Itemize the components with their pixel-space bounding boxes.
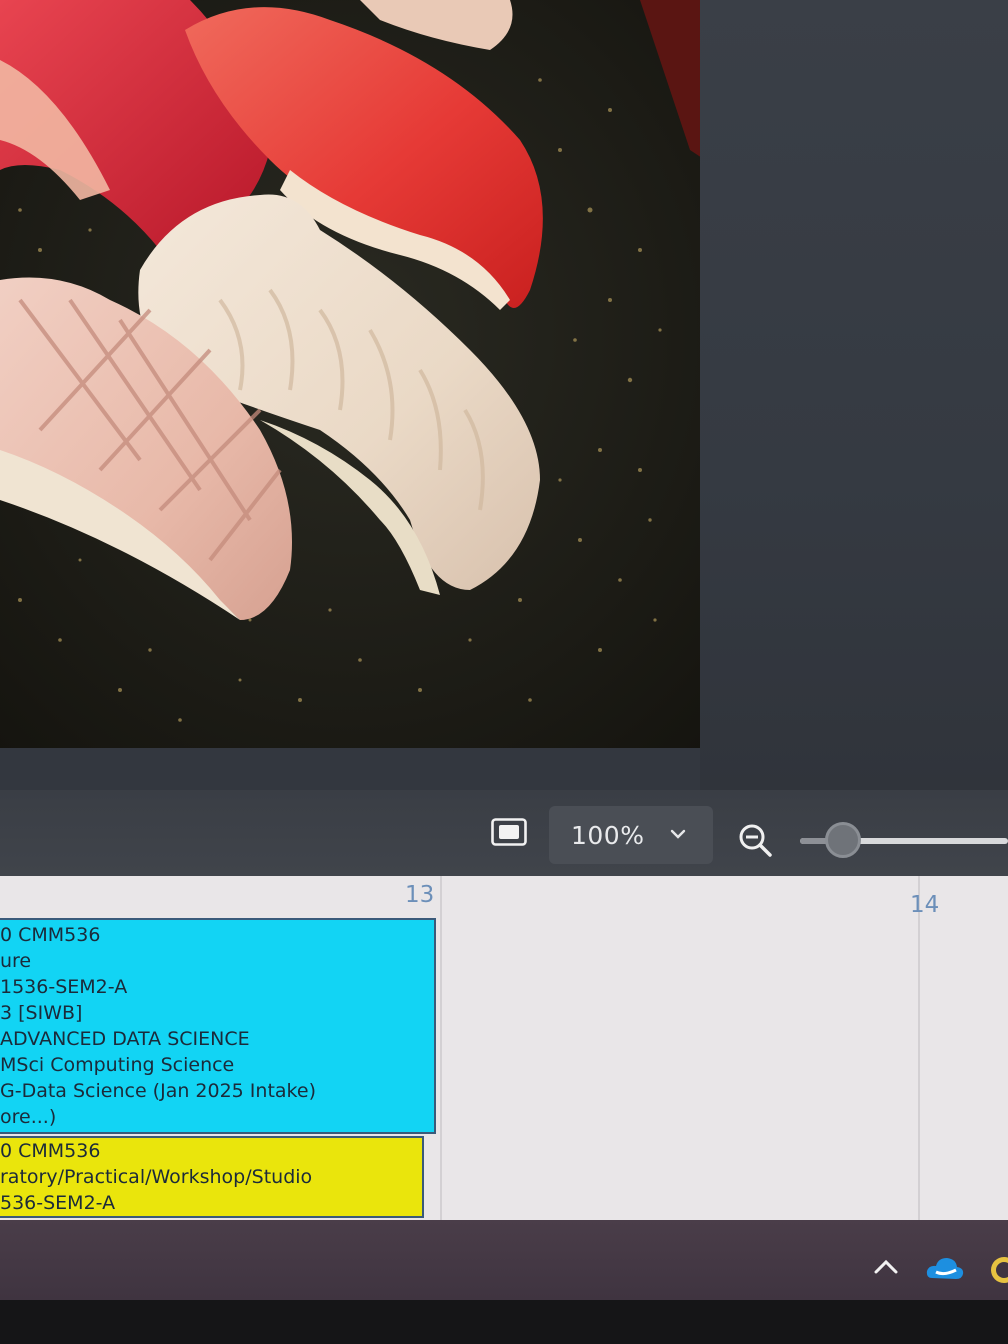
chevron-up-icon[interactable] [872,1256,900,1282]
event-type: ratory/Practical/Workshop/Studio [0,1166,313,1188]
zoom-level-dropdown[interactable]: 100% [549,806,713,864]
day-number-13[interactable]: 13 [405,882,434,908]
fit-to-window-button[interactable] [490,818,528,850]
day-number-14[interactable]: 14 [910,892,939,918]
event-time-module: 0 CMM536 [0,1140,101,1162]
calendar-event-lab[interactable]: 0 CMM536 ratory/Practical/Workshop/Studi… [0,1136,424,1218]
chevron-down-icon [669,826,687,845]
zoom-level-value: 100% [571,820,645,850]
fit-to-window-icon [491,818,527,850]
viewer-background [700,0,1008,790]
monitor-bezel [0,1300,1008,1344]
calendar-event-lecture[interactable]: 0 CMM536 ure 1536-SEM2-A 3 [SIWB] ADVANC… [0,918,436,1134]
zoom-out-button[interactable] [736,820,776,860]
event-time-module: 0 CMM536 [0,924,101,946]
day-divider [440,876,442,1220]
event-module-title: ADVANCED DATA SCIENCE [0,1028,250,1050]
onedrive-cloud-icon[interactable] [926,1254,964,1284]
app-tray-icon[interactable] [986,1254,1008,1286]
event-programme: MSci Computing Science [0,1054,235,1076]
taskbar [0,1220,1008,1300]
zoom-out-icon [736,824,776,864]
event-programme: G-Data Science (Jan 2025 Intake) [0,1080,316,1102]
event-type: ure [0,950,32,972]
event-location: 3 [SIWB] [0,1002,83,1024]
image-viewer [0,0,1008,790]
day-divider [918,876,920,1220]
event-module-instance: 1536-SEM2-A [0,976,128,998]
event-more-link[interactable]: ore...) [0,1104,434,1130]
zoom-slider-thumb[interactable] [825,822,861,858]
sushi-photo [0,0,700,748]
event-module-instance: 536-SEM2-A [0,1192,116,1214]
